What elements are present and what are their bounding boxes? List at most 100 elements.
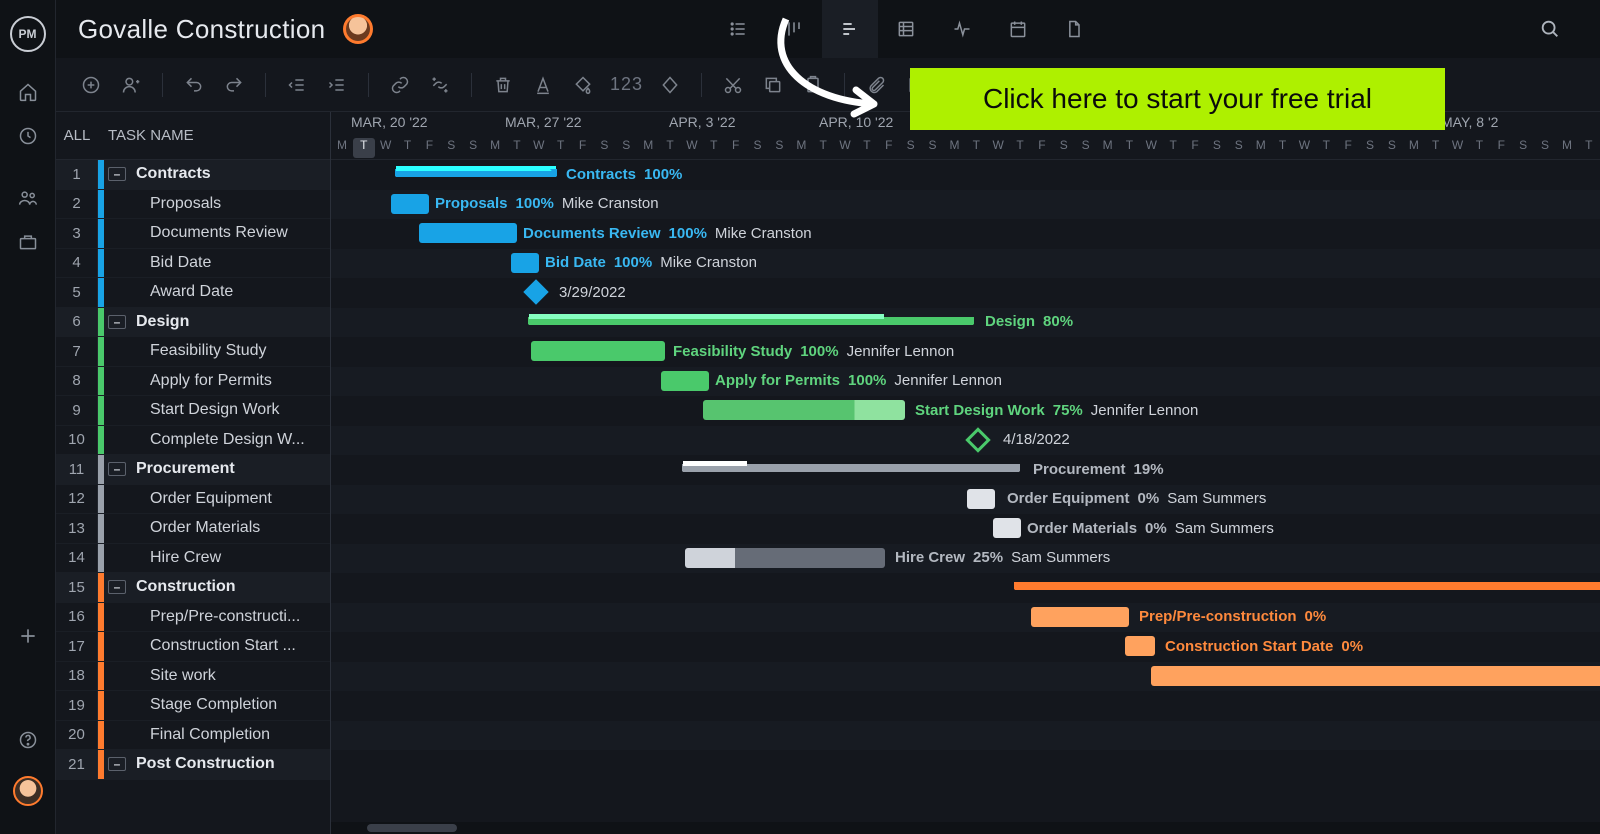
view-files-icon[interactable] bbox=[1046, 0, 1102, 58]
gantt-task-bar[interactable] bbox=[1031, 607, 1129, 627]
gantt-h-scroll[interactable] bbox=[331, 822, 1600, 834]
app-logo[interactable]: PM bbox=[10, 16, 46, 52]
task-row[interactable]: 16Prep/Pre-constructi... bbox=[56, 603, 330, 633]
gantt-row-bg bbox=[331, 485, 1600, 515]
task-row[interactable]: 17Construction Start ... bbox=[56, 632, 330, 662]
task-row[interactable]: 1–Contracts bbox=[56, 160, 330, 190]
timeline-day: M bbox=[790, 138, 812, 158]
gantt-task-bar[interactable] bbox=[967, 489, 995, 509]
view-sheet-icon[interactable] bbox=[878, 0, 934, 58]
view-calendar-icon[interactable] bbox=[990, 0, 1046, 58]
copy-icon[interactable] bbox=[760, 72, 786, 98]
gantt-summary-bar[interactable] bbox=[529, 317, 973, 325]
task-row[interactable]: 18Site work bbox=[56, 662, 330, 692]
task-row[interactable]: 14Hire Crew bbox=[56, 544, 330, 574]
gantt-task-bar[interactable] bbox=[993, 518, 1021, 538]
outdent-icon[interactable] bbox=[284, 72, 310, 98]
timeline-day: M bbox=[331, 138, 353, 158]
gantt-task-bar[interactable] bbox=[419, 223, 517, 243]
assign-icon[interactable] bbox=[118, 72, 144, 98]
gantt-task-bar[interactable] bbox=[1151, 666, 1600, 686]
undo-icon[interactable] bbox=[181, 72, 207, 98]
gantt-task-bar[interactable] bbox=[661, 371, 709, 391]
task-row[interactable]: 10Complete Design W... bbox=[56, 426, 330, 456]
view-board-icon[interactable] bbox=[766, 0, 822, 58]
project-owner-avatar[interactable] bbox=[343, 14, 373, 44]
add-task-icon[interactable] bbox=[78, 72, 104, 98]
task-row[interactable]: 11–Procurement bbox=[56, 455, 330, 485]
milestone-icon[interactable] bbox=[657, 72, 683, 98]
gantt-row-bg bbox=[331, 219, 1600, 249]
gantt-summary-bar[interactable] bbox=[396, 169, 556, 177]
home-icon[interactable] bbox=[0, 70, 56, 114]
task-row-number: 16 bbox=[56, 603, 98, 632]
collapse-icon[interactable]: – bbox=[108, 757, 126, 771]
redo-icon[interactable] bbox=[221, 72, 247, 98]
task-row-number: 3 bbox=[56, 219, 98, 248]
collapse-icon[interactable]: – bbox=[108, 167, 126, 181]
gantt-task-bar[interactable] bbox=[511, 253, 539, 273]
timeline-day: S bbox=[1381, 138, 1403, 158]
task-row[interactable]: 15–Construction bbox=[56, 573, 330, 603]
gantt-task-bar[interactable] bbox=[391, 194, 429, 214]
timeline-day: T bbox=[353, 138, 375, 158]
search-icon[interactable] bbox=[1522, 0, 1578, 58]
user-avatar[interactable] bbox=[13, 776, 43, 806]
gantt-row-bg bbox=[331, 278, 1600, 308]
text-style-icon[interactable] bbox=[530, 72, 556, 98]
task-row[interactable]: 9Start Design Work bbox=[56, 396, 330, 426]
unlink-icon[interactable] bbox=[427, 72, 453, 98]
task-row[interactable]: 4Bid Date bbox=[56, 249, 330, 279]
help-icon[interactable] bbox=[0, 718, 56, 762]
timeline-day: T bbox=[1162, 138, 1184, 158]
task-row-number: 10 bbox=[56, 426, 98, 455]
view-activity-icon[interactable] bbox=[934, 0, 990, 58]
gantt-bar-label: Apply for Permits100%Jennifer Lennon bbox=[715, 371, 1002, 391]
task-row[interactable]: 6–Design bbox=[56, 308, 330, 338]
task-row[interactable]: 2Proposals bbox=[56, 190, 330, 220]
team-icon[interactable] bbox=[0, 176, 56, 220]
briefcase-icon[interactable] bbox=[0, 220, 56, 264]
task-row[interactable]: 13Order Materials bbox=[56, 514, 330, 544]
fill-icon[interactable] bbox=[570, 72, 596, 98]
gantt-task-bar[interactable] bbox=[703, 400, 905, 420]
gantt-task-bar[interactable] bbox=[531, 341, 665, 361]
task-name: Hire Crew bbox=[104, 549, 330, 567]
gantt-summary-bar[interactable] bbox=[1015, 582, 1600, 590]
timeline-day: S bbox=[462, 138, 484, 158]
collapse-icon[interactable]: – bbox=[108, 462, 126, 476]
delete-icon[interactable] bbox=[490, 72, 516, 98]
collapse-icon[interactable]: – bbox=[108, 580, 126, 594]
task-row[interactable]: 21–Post Construction bbox=[56, 750, 330, 780]
free-trial-cta[interactable]: Click here to start your free trial bbox=[910, 68, 1445, 130]
task-row-number: 19 bbox=[56, 691, 98, 720]
timeline-day: W bbox=[375, 138, 397, 158]
view-tabs bbox=[710, 0, 1102, 58]
cut-icon[interactable] bbox=[720, 72, 746, 98]
view-gantt-icon[interactable] bbox=[822, 0, 878, 58]
gantt-bar-label: Contracts100% bbox=[566, 164, 682, 184]
task-row[interactable]: 7Feasibility Study bbox=[56, 337, 330, 367]
task-row[interactable]: 20Final Completion bbox=[56, 721, 330, 751]
task-color-bar bbox=[98, 750, 104, 779]
timeline-day: F bbox=[878, 138, 900, 158]
collapse-icon[interactable]: – bbox=[108, 315, 126, 329]
task-row[interactable]: 8Apply for Permits bbox=[56, 367, 330, 397]
timeline-day: W bbox=[1447, 138, 1469, 158]
task-row[interactable]: 12Order Equipment bbox=[56, 485, 330, 515]
gantt-summary-bar[interactable] bbox=[683, 464, 1019, 472]
link-icon[interactable] bbox=[387, 72, 413, 98]
task-row[interactable]: 3Documents Review bbox=[56, 219, 330, 249]
paste-icon[interactable] bbox=[800, 72, 826, 98]
taskgrid-header-name[interactable]: TASK NAME bbox=[98, 127, 194, 144]
task-row[interactable]: 5Award Date bbox=[56, 278, 330, 308]
taskgrid-header-all[interactable]: ALL bbox=[56, 127, 98, 144]
gantt-task-bar[interactable] bbox=[1125, 636, 1155, 656]
view-list-icon[interactable] bbox=[710, 0, 766, 58]
indent-icon[interactable] bbox=[324, 72, 350, 98]
task-row[interactable]: 19Stage Completion bbox=[56, 691, 330, 721]
add-icon[interactable] bbox=[0, 614, 56, 658]
gantt-task-bar[interactable] bbox=[685, 548, 885, 568]
recent-icon[interactable] bbox=[0, 114, 56, 158]
attachment-icon[interactable] bbox=[863, 72, 889, 98]
